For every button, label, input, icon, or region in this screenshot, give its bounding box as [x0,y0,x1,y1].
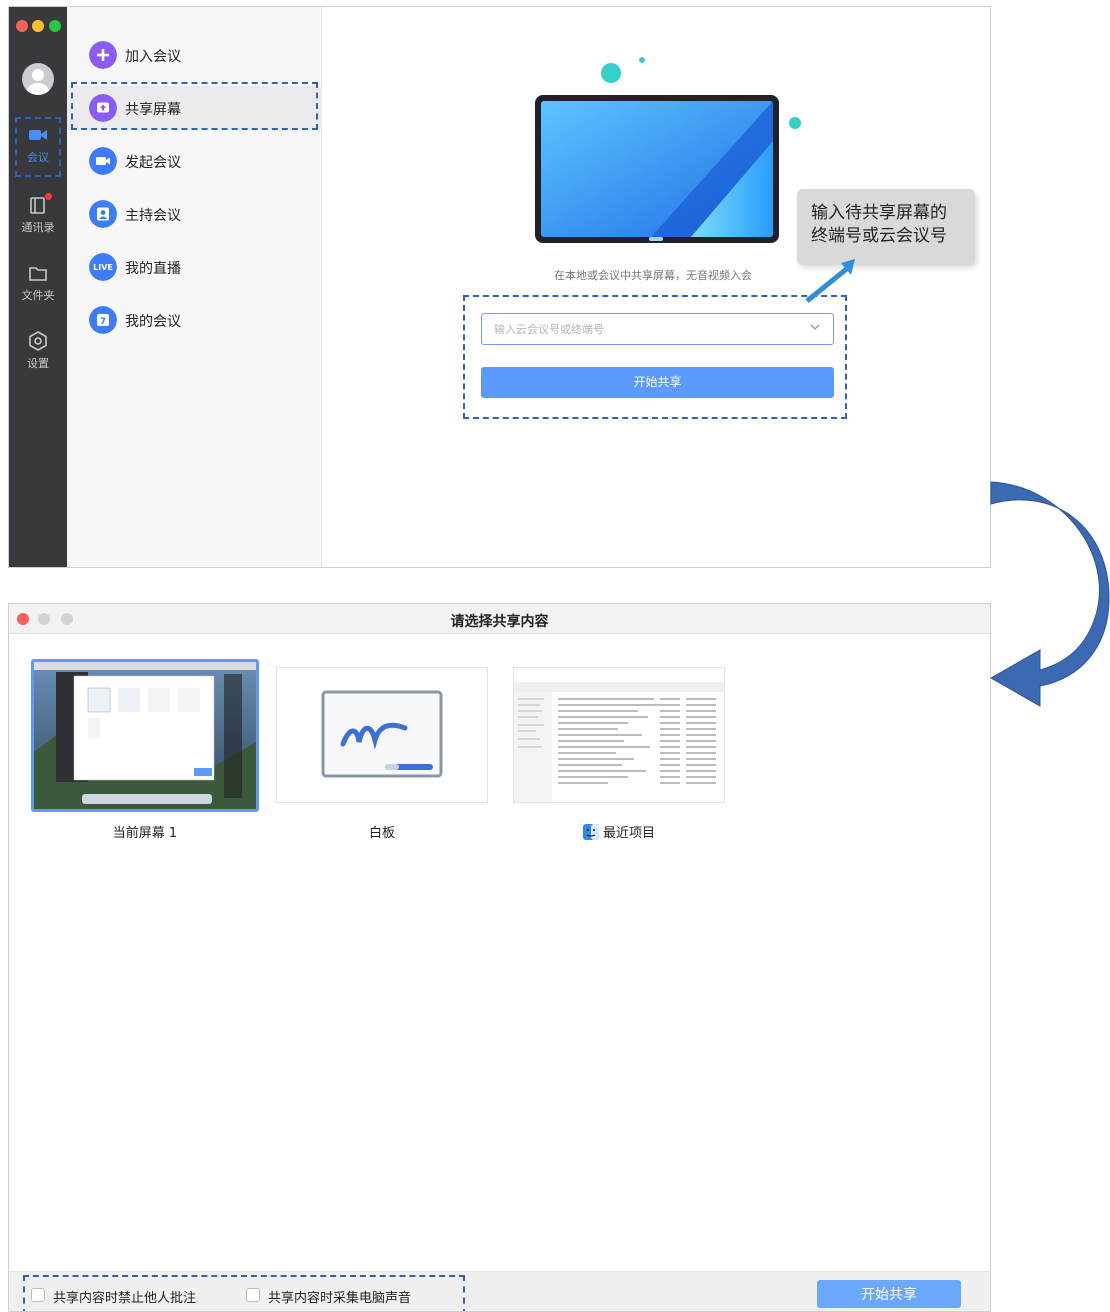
rail-item-label: 文件夹 [21,289,55,302]
capture-audio-label[interactable]: 共享内容时采集电脑声音 [268,1287,411,1306]
annotation-arrow-icon [805,259,855,303]
share-option-whiteboard[interactable]: 白板 [276,659,488,849]
share-option-label: 白板 [368,826,395,841]
svg-text:7: 7 [100,317,106,327]
capture-audio-checkbox[interactable] [246,1288,260,1302]
screen-thumbnail [31,659,259,812]
finder-icon [582,824,599,840]
share-option-label: 最近项目 [602,826,655,841]
avatar[interactable] [22,63,54,95]
menu-item-label: 我的直播 [125,261,181,277]
share-option-current-screen[interactable]: 当前屏幕 1 [31,659,259,849]
host-icon [89,200,117,228]
dialog-footer: 共享内容时禁止他人批注 共享内容时采集电脑声音 开始共享 [9,1271,990,1311]
rail-item-label: 设置 [27,357,49,370]
disable-annotation-checkbox[interactable] [31,1288,45,1302]
menu-item-label: 加入会议 [125,49,181,65]
menu-item-join-meeting[interactable]: 加入会议 [67,33,322,77]
close-window-button[interactable] [16,20,28,32]
recent-items-thumbnail [513,667,725,803]
left-rail: 会议 通讯录 文件夹 设置 [9,7,67,567]
flow-curved-arrow-icon [989,481,1110,707]
share-option-label: 当前屏幕 1 [112,826,178,841]
rail-item-folder[interactable]: 文件夹 [9,257,67,315]
menu-item-my-live[interactable]: LIVE 我的直播 [67,245,322,289]
share-option-recent-items[interactable]: 最近项目 [513,659,725,849]
chevron-down-icon[interactable] [809,321,821,333]
tablet-home-button [649,237,663,241]
menu-item-my-meetings[interactable]: 7 我的会议 [67,298,322,342]
rail-item-settings[interactable]: 设置 [9,325,67,383]
video-camera-icon [89,147,117,175]
calendar-icon: 7 [89,306,117,334]
share-option-caption: 最近项目 [513,822,725,841]
meeting-menu: 加入会议 共享屏幕 发起会议 主持会议 LIVE 我的直播 7 我的会议 [67,7,322,567]
rail-item-label: 通讯录 [21,221,55,234]
rail-item-contacts[interactable]: 通讯录 [9,189,67,247]
notification-dot [45,193,52,200]
finder-window-preview-image [514,668,724,802]
callout-line: 输入待共享屏幕的 [811,203,947,222]
start-share-button[interactable]: 开始共享 [481,367,834,398]
menu-item-label: 主持会议 [125,208,181,224]
live-icon: LIVE [89,253,117,281]
share-screen-panel: 在本地或会议中共享屏幕，无音视频入会 开始共享 输入待共享屏幕的 终端号或云会议… [323,7,990,567]
callout-line: 终端号或云会议号 [811,226,947,245]
menu-item-label: 我的会议 [125,314,181,330]
decor-dot [639,57,645,63]
zoom-window-button[interactable] [49,20,61,32]
meeting-id-combobox[interactable] [481,313,834,345]
folder-icon [29,267,47,281]
dialog-titlebar: 请选择共享内容 [9,604,990,634]
menu-item-label: 发起会议 [125,155,181,171]
menu-item-host-meeting[interactable]: 主持会议 [67,192,322,236]
minimize-window-button[interactable] [32,20,44,32]
decor-dot [601,63,621,83]
settings-icon [29,331,47,351]
menu-item-start-meeting[interactable]: 发起会议 [67,139,322,183]
whiteboard-icon [321,690,443,778]
decor-dot [789,117,801,129]
svg-text:LIVE: LIVE [93,263,113,272]
highlight-dashed-box [15,117,61,177]
whiteboard-thumbnail [276,667,488,803]
disable-annotation-label[interactable]: 共享内容时禁止他人批注 [53,1287,196,1306]
meeting-id-input[interactable] [482,314,802,344]
tablet-illustration [535,95,779,243]
start-share-button[interactable]: 开始共享 [817,1280,961,1308]
tablet-screen-graphic [541,101,773,237]
meeting-app-window: 会议 通讯录 文件夹 设置 加入会议 共享屏幕 发起会议 主持会议 LIVE 我… [8,6,991,568]
plus-circle-icon [89,41,117,69]
share-content-dialog: 请选择共享内容 当前屏幕 1 白板 最近项目 共享内容时禁止他人批注 共享内容时… [8,603,991,1312]
desktop-preview-image [34,662,256,809]
share-description: 在本地或会议中共享屏幕，无音视频入会 [554,269,752,282]
dialog-title: 请选择共享内容 [450,614,549,630]
highlight-dashed-box [71,82,318,130]
